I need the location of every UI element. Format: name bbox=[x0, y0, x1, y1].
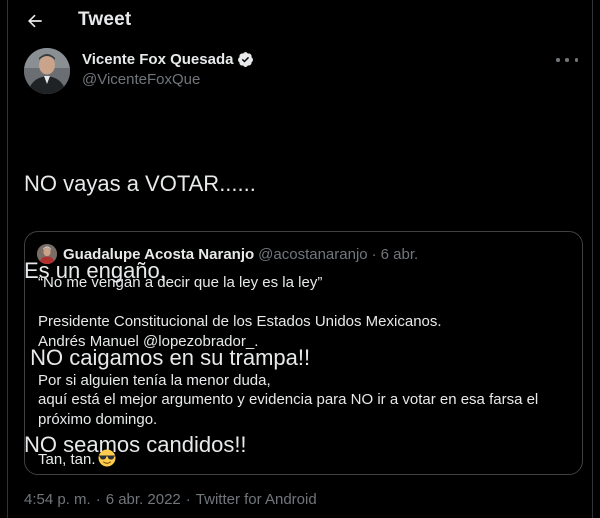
quoted-tweet-text: “No me vengan a decir que la ley es la l… bbox=[38, 273, 568, 469]
tweet-page: Tweet Vicente Fox Quesada @VicenteFoxQue… bbox=[7, 0, 593, 518]
author-name[interactable]: Vicente Fox Quesada bbox=[82, 51, 233, 68]
separator-dot: · bbox=[185, 491, 191, 508]
avatar[interactable] bbox=[24, 48, 70, 94]
quote-line: “No me vengan a decir que la ley es la l… bbox=[38, 274, 323, 291]
page-title: Tweet bbox=[78, 9, 132, 30]
profile-photo-icon bbox=[24, 48, 70, 94]
separator-dot: · bbox=[371, 245, 377, 263]
tweet-line: NO vayas a VOTAR...... bbox=[24, 171, 256, 196]
quoted-avatar bbox=[37, 244, 57, 264]
tweet-date[interactable]: 6 abr. 2022 bbox=[106, 491, 181, 508]
quote-line-last: Tan, tan. bbox=[38, 449, 568, 470]
tweet-time[interactable]: 4:54 p. m. bbox=[24, 491, 91, 508]
more-dot-icon bbox=[556, 58, 560, 62]
page-header: Tweet bbox=[8, 0, 592, 40]
author-name-row[interactable]: Vicente Fox Quesada bbox=[82, 51, 254, 68]
quote-line: Andrés Manuel @lopezobrador_. bbox=[38, 332, 259, 350]
author-handle[interactable]: @VicenteFoxQue bbox=[82, 71, 200, 88]
separator-dot: · bbox=[95, 491, 101, 508]
quote-line: aquí está el mejor argumento y evidencia… bbox=[38, 391, 539, 408]
more-dot-icon bbox=[565, 58, 569, 62]
quote-line: Presidente Constitucional de los Estados… bbox=[38, 313, 442, 330]
quoted-date: 6 abr. bbox=[380, 245, 419, 263]
profile-photo-icon bbox=[37, 244, 57, 264]
quoted-author-handle: @acostanaranjo bbox=[258, 245, 368, 263]
verified-badge-icon bbox=[238, 52, 254, 67]
quoted-author-name: Guadalupe Acosta Naranjo bbox=[63, 245, 255, 263]
more-dot-icon bbox=[574, 58, 578, 62]
sunglasses-emoji-icon bbox=[98, 449, 116, 466]
quote-line: Tan, tan. bbox=[38, 450, 96, 468]
more-options-button[interactable] bbox=[556, 52, 578, 68]
quote-line: Por si alguien tenía la menor duda, bbox=[38, 371, 271, 389]
quoted-tweet[interactable]: Guadalupe Acosta Naranjo @acostanaranjo … bbox=[24, 231, 583, 475]
quoted-tweet-header: Guadalupe Acosta Naranjo @acostanaranjo … bbox=[37, 244, 418, 264]
back-button[interactable] bbox=[21, 7, 49, 35]
tweet-metadata: 4:54 p. m. · 6 abr. 2022 · Twitter for A… bbox=[24, 491, 317, 508]
arrow-left-icon bbox=[27, 14, 42, 28]
tweet-source[interactable]: Twitter for Android bbox=[196, 491, 317, 508]
quote-line: próximo domingo. bbox=[38, 410, 158, 428]
